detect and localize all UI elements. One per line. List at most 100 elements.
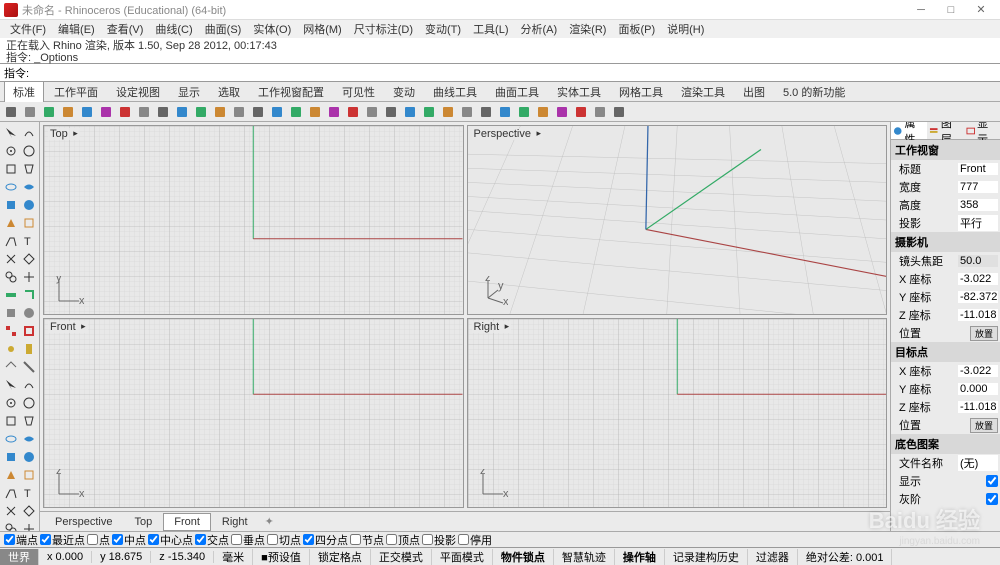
menu-11[interactable]: 渲染(R) xyxy=(563,21,612,37)
place-target-button[interactable]: 放置 xyxy=(970,418,998,433)
tool-icon-17[interactable] xyxy=(20,268,37,285)
tool-icon-30[interactable] xyxy=(2,394,19,411)
menu-3[interactable]: 曲线(C) xyxy=(149,21,198,37)
tool-icon-25[interactable] xyxy=(20,340,37,357)
status-layer[interactable]: ■预设值 xyxy=(253,549,310,565)
tool-icon-18[interactable] xyxy=(2,286,19,303)
panel-tab-properties[interactable]: 属性 xyxy=(891,122,927,139)
toolbar-tab-12[interactable]: 渲染工具 xyxy=(673,82,733,102)
status-gumball[interactable]: 操作轴 xyxy=(615,549,665,565)
viewport-right-label[interactable]: Right xyxy=(472,321,512,333)
osnap-6[interactable]: 垂点 xyxy=(231,532,265,548)
osnap-checkbox-10[interactable] xyxy=(386,534,397,545)
viewport-right[interactable]: Right zx xyxy=(467,318,888,508)
viewport-top[interactable]: Top yx xyxy=(43,125,464,315)
prop-tgt-y-value[interactable]: 0.000 xyxy=(958,383,998,395)
tool-icon-32[interactable] xyxy=(2,412,19,429)
toolbar-icon-18[interactable] xyxy=(344,103,362,121)
toolbar-tab-1[interactable]: 工作平面 xyxy=(46,82,106,102)
tool-icon-41[interactable]: T xyxy=(20,484,37,501)
prop-tgt-z-value[interactable]: -11.018 xyxy=(958,401,998,413)
tool-icon-9[interactable] xyxy=(20,196,37,213)
menu-9[interactable]: 工具(L) xyxy=(467,21,514,37)
tool-icon-36[interactable] xyxy=(2,448,19,465)
tool-icon-33[interactable] xyxy=(20,412,37,429)
toolbar-icon-12[interactable] xyxy=(230,103,248,121)
tool-icon-8[interactable] xyxy=(2,196,19,213)
toolbar-tab-14[interactable]: 5.0 的新功能 xyxy=(775,82,853,102)
view-tab-perspective[interactable]: Perspective xyxy=(44,513,123,531)
menu-13[interactable]: 说明(H) xyxy=(661,21,710,37)
toolbar-icon-13[interactable] xyxy=(249,103,267,121)
osnap-checkbox-7[interactable] xyxy=(267,534,278,545)
osnap-0[interactable]: 端点 xyxy=(4,532,38,548)
prop-gray-checkbox[interactable] xyxy=(986,493,998,505)
tool-icon-43[interactable] xyxy=(20,502,37,519)
toolbar-tab-13[interactable]: 出图 xyxy=(735,82,773,102)
osnap-7[interactable]: 切点 xyxy=(267,532,301,548)
toolbar-tab-3[interactable]: 显示 xyxy=(170,82,208,102)
osnap-10[interactable]: 顶点 xyxy=(386,532,420,548)
toolbar-icon-1[interactable] xyxy=(21,103,39,121)
tool-icon-40[interactable] xyxy=(2,484,19,501)
toolbar-icon-4[interactable] xyxy=(78,103,96,121)
toolbar-tab-10[interactable]: 实体工具 xyxy=(549,82,609,102)
toolbar-tab-6[interactable]: 可见性 xyxy=(334,82,383,102)
minimize-button[interactable]: ─ xyxy=(906,0,936,20)
toolbar-tab-7[interactable]: 变动 xyxy=(385,82,423,102)
viewport-top-label[interactable]: Top xyxy=(48,128,80,140)
tool-icon-28[interactable] xyxy=(2,376,19,393)
viewport-perspective-label[interactable]: Perspective xyxy=(472,128,543,140)
tool-icon-22[interactable] xyxy=(2,322,19,339)
status-planar[interactable]: 平面模式 xyxy=(432,549,493,565)
tool-icon-12[interactable] xyxy=(2,232,19,249)
tool-icon-27[interactable] xyxy=(20,358,37,375)
osnap-2[interactable]: 点 xyxy=(87,532,110,548)
status-smarttrack[interactable]: 智慧轨迹 xyxy=(554,549,615,565)
menu-1[interactable]: 编辑(E) xyxy=(52,21,101,37)
tool-icon-44[interactable] xyxy=(2,520,19,531)
toolbar-tab-5[interactable]: 工作视窗配置 xyxy=(250,82,332,102)
toolbar-icon-8[interactable] xyxy=(154,103,172,121)
tool-icon-21[interactable] xyxy=(20,304,37,321)
toolbar-icon-9[interactable] xyxy=(173,103,191,121)
tool-icon-37[interactable] xyxy=(20,448,37,465)
toolbar-icon-11[interactable] xyxy=(211,103,229,121)
tool-icon-24[interactable] xyxy=(2,340,19,357)
tool-icon-7[interactable] xyxy=(20,178,37,195)
tool-icon-14[interactable] xyxy=(2,250,19,267)
toolbar-icon-31[interactable] xyxy=(591,103,609,121)
status-ortho[interactable]: 正交模式 xyxy=(371,549,432,565)
view-tab-right[interactable]: Right xyxy=(211,513,259,531)
toolbar-tab-8[interactable]: 曲线工具 xyxy=(425,82,485,102)
osnap-5[interactable]: 交点 xyxy=(195,532,229,548)
osnap-9[interactable]: 节点 xyxy=(350,532,384,548)
add-view-tab-button[interactable]: ✦ xyxy=(259,513,280,530)
osnap-8[interactable]: 四分点 xyxy=(303,532,348,548)
toolbar-tab-0[interactable]: 标准 xyxy=(4,81,44,102)
tool-icon-38[interactable] xyxy=(2,466,19,483)
osnap-checkbox-5[interactable] xyxy=(195,534,206,545)
panel-tab-display[interactable]: 显示 xyxy=(964,122,1000,139)
prop-projection-value[interactable]: 平行 xyxy=(958,215,998,231)
toolbar-icon-16[interactable] xyxy=(306,103,324,121)
menu-0[interactable]: 文件(F) xyxy=(4,21,52,37)
toolbar-icon-0[interactable] xyxy=(2,103,20,121)
osnap-checkbox-3[interactable] xyxy=(112,534,123,545)
prop-cam-z-value[interactable]: -11.018 xyxy=(958,309,998,321)
osnap-checkbox-8[interactable] xyxy=(303,534,314,545)
toolbar-icon-24[interactable] xyxy=(458,103,476,121)
tool-icon-29[interactable] xyxy=(20,376,37,393)
toolbar-icon-26[interactable] xyxy=(496,103,514,121)
command-line[interactable]: 指令: xyxy=(0,64,1000,82)
toolbar-icon-32[interactable] xyxy=(610,103,628,121)
toolbar-icon-7[interactable] xyxy=(135,103,153,121)
toolbar-icon-20[interactable] xyxy=(382,103,400,121)
toolbar-tab-2[interactable]: 设定视图 xyxy=(108,82,168,102)
toolbar-icon-29[interactable] xyxy=(553,103,571,121)
viewport-perspective[interactable]: Perspective zxy xyxy=(467,125,888,315)
tool-icon-45[interactable] xyxy=(20,520,37,531)
toolbar-icon-17[interactable] xyxy=(325,103,343,121)
toolbar-icon-27[interactable] xyxy=(515,103,533,121)
osnap-3[interactable]: 中点 xyxy=(112,532,146,548)
